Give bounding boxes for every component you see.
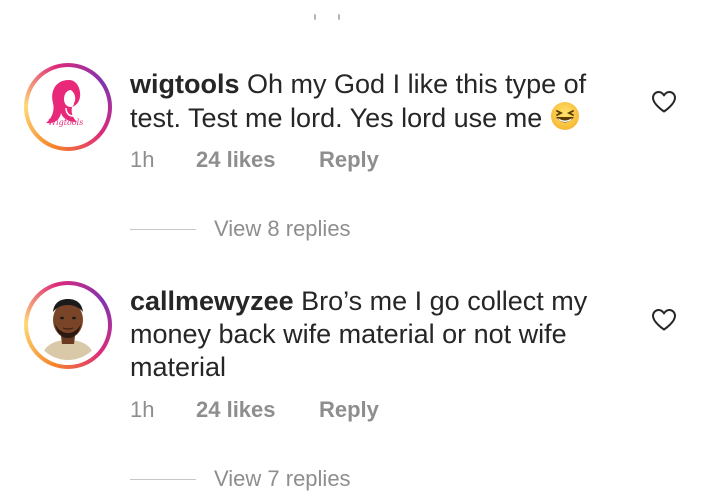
- avatar-caption: Wigtools: [48, 118, 84, 127]
- likes-count[interactable]: 24 likes: [196, 395, 276, 425]
- replies-divider: [130, 479, 196, 480]
- reply-button[interactable]: Reply: [319, 145, 379, 175]
- view-replies-label: View 8 replies: [214, 216, 351, 241]
- comment-time: 1h: [130, 147, 155, 172]
- user-photo: [33, 290, 103, 360]
- comment-username[interactable]: callmewyzee: [130, 286, 294, 316]
- comment-body: wigtools Oh my God I like this type of t…: [130, 68, 630, 135]
- wigtools-logo: [33, 72, 103, 142]
- comment-username[interactable]: wigtools: [130, 69, 240, 99]
- reply-button[interactable]: Reply: [319, 395, 379, 425]
- replies-divider: [130, 229, 196, 230]
- avatar[interactable]: [24, 63, 112, 151]
- like-heart-icon[interactable]: [651, 308, 677, 332]
- avatar[interactable]: [24, 281, 112, 369]
- comment-time: 1h: [130, 397, 155, 422]
- grinning-squinting-face-icon: [550, 101, 580, 131]
- like-heart-icon[interactable]: [651, 90, 677, 114]
- view-replies-label: View 7 replies: [214, 466, 351, 491]
- comment-body: callmewyzee Bro’s me I go collect my mon…: [130, 285, 630, 384]
- likes-count[interactable]: 24 likes: [196, 145, 276, 175]
- scroll-indicator: [312, 14, 342, 22]
